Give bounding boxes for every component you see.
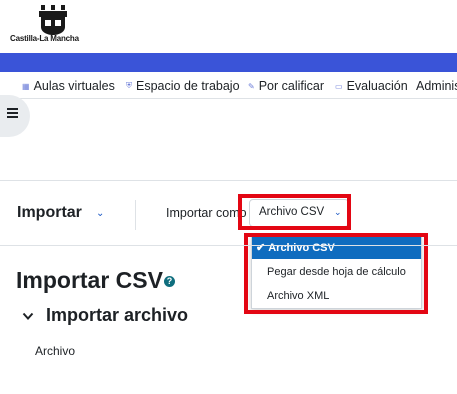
divider — [0, 180, 457, 181]
help-icon[interactable]: ? — [164, 276, 175, 287]
list-icon — [7, 108, 18, 119]
nav-item-administracion[interactable]: Adminis — [416, 79, 457, 93]
main-navigation: ▦ Aulas virtuales ⛨ Espacio de trabajo ✎… — [0, 72, 457, 99]
nav-item-label: Evaluación — [346, 79, 408, 93]
logo-text: Castilla-La Mancha — [10, 34, 79, 43]
field-label-archivo: Archivo — [35, 344, 76, 358]
nav-item-aulas-virtuales[interactable]: ▦ Aulas virtuales — [22, 79, 115, 93]
nav-item-label: Espacio de trabajo — [136, 79, 240, 93]
page-title: Importar CSV — [16, 267, 163, 293]
divider — [0, 245, 457, 246]
nav-item-label: Por calificar — [258, 79, 324, 93]
nav-item-label: Adminis — [416, 79, 457, 93]
grid-icon: ▦ — [22, 81, 30, 91]
chevron-down-icon[interactable]: ⌄ — [96, 208, 104, 219]
nav-item-por-calificar[interactable]: ✎ Por calificar — [248, 79, 324, 93]
nav-item-espacio-de-trabajo[interactable]: ⛨ Espacio de trabajo — [126, 79, 240, 93]
importar-como-label: Importar como — [166, 206, 247, 220]
section-title[interactable]: Importar archivo — [46, 305, 188, 326]
shield-icon: ⛨ — [126, 81, 132, 90]
chevron-down-icon[interactable] — [22, 310, 34, 322]
top-banner — [0, 53, 457, 72]
nav-item-label: Aulas virtuales — [33, 79, 115, 93]
nav-item-evaluacion[interactable]: ▭ Evaluación — [335, 79, 408, 93]
highlight-box — [238, 194, 351, 230]
pencil-icon: ✎ — [248, 81, 255, 91]
divider — [135, 200, 136, 230]
calendar-icon: ▭ — [335, 81, 343, 91]
importar-menu-title[interactable]: Importar — [17, 204, 82, 222]
